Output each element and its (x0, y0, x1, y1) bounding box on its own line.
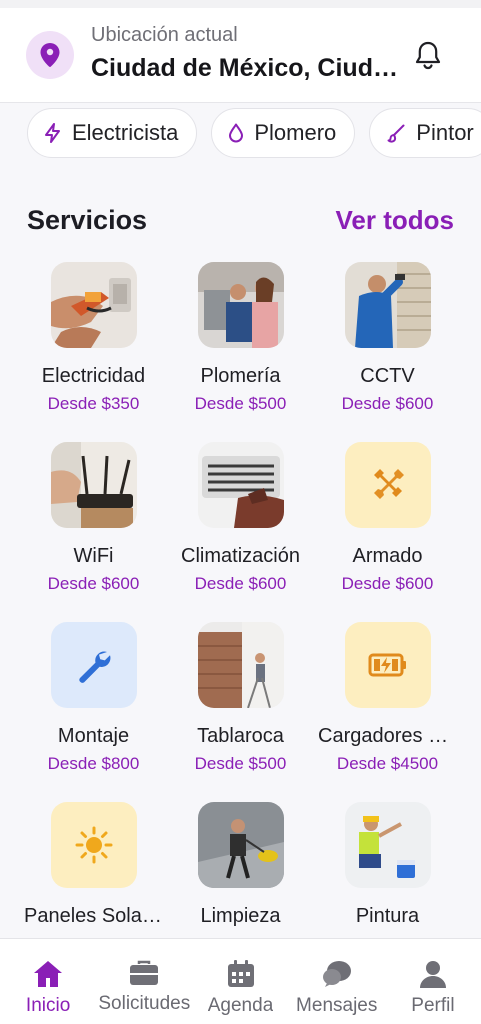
service-name: Pintura (355, 905, 420, 927)
service-card-armado[interactable]: Armado Desde $600 (314, 442, 461, 622)
service-name: Climatización (181, 545, 300, 567)
briefcase-icon (130, 960, 159, 985)
nav-label: Inicio (25, 995, 71, 1016)
nav-label: Agenda (207, 995, 274, 1016)
wrench-tile (50, 622, 137, 708)
see-all-link[interactable]: Ver todos (336, 205, 454, 236)
solar-tile (50, 802, 137, 888)
service-card-tablaroca[interactable]: Tablaroca Desde $500 (167, 622, 314, 802)
pintura-photo (344, 802, 431, 888)
nav-perfil[interactable]: Perfil (385, 939, 481, 1024)
wifi-photo (50, 442, 137, 528)
climatizacion-photo (197, 442, 284, 528)
service-card-montaje[interactable]: Montaje Desde $800 (20, 622, 167, 802)
service-card-cctv[interactable]: CCTV Desde $600 (314, 262, 461, 442)
service-price: Desde $600 (341, 574, 434, 593)
category-chips: Electricista Plomero Pintor (0, 108, 481, 160)
app-root: Ubicación actual Ciudad de México, Ciuda… (0, 0, 481, 1024)
tools-icon (373, 469, 404, 499)
service-name: Armado (352, 545, 423, 567)
nav-agenda[interactable]: Agenda (192, 939, 288, 1024)
nav-label: Mensajes (296, 995, 378, 1016)
service-name: CCTV (360, 365, 415, 387)
location-label: Ubicación actual (91, 24, 238, 46)
service-card-climatizacion[interactable]: Climatización Desde $600 (167, 442, 314, 622)
nav-mensajes[interactable]: Mensajes (289, 939, 385, 1024)
chip-label: Electricista (72, 120, 179, 145)
bolt-icon (45, 123, 60, 143)
cctv-photo (344, 262, 431, 348)
service-price: Desde $600 (194, 574, 287, 593)
service-price: Desde $500 (194, 754, 287, 773)
brush-icon (387, 124, 405, 143)
nav-solicitudes[interactable]: Solicitudes (96, 939, 192, 1024)
chip-label: Plomero (254, 120, 337, 145)
nav-label: Perfil (411, 995, 455, 1016)
service-card-electricidad[interactable]: Electricidad Desde $350 (20, 262, 167, 442)
service-card-plomeria[interactable]: Plomería Desde $500 (167, 262, 314, 442)
service-price: Desde $350 (47, 394, 140, 413)
bell-icon[interactable] (412, 38, 444, 72)
sun-icon (75, 826, 112, 864)
service-price: Desde $500 (194, 394, 287, 413)
service-name: WiFi (73, 545, 114, 567)
chip-label: Pintor (416, 120, 474, 145)
user-icon (419, 961, 446, 988)
chat-icon (322, 961, 351, 987)
electricidad-photo (50, 262, 137, 348)
service-card-cargadores[interactable]: Cargadores eléctricos Desde $4500 (314, 622, 461, 802)
tablaroca-photo (197, 622, 284, 708)
limpieza-photo (197, 802, 284, 888)
services-title: Servicios (27, 205, 148, 235)
charger-tile (344, 622, 431, 708)
chip-plomero[interactable]: Plomero (211, 108, 356, 158)
services-grid: Electricidad Desde $350 Plomería Desde $… (20, 262, 461, 982)
service-name: Plomería (200, 365, 281, 387)
service-name: Limpieza (200, 905, 281, 927)
current-location[interactable]: Ciudad de México, Ciudad de México (91, 54, 403, 83)
service-card-wifi[interactable]: WiFi Desde $600 (20, 442, 167, 622)
service-price: Desde $4500 (336, 754, 439, 773)
battery-charging-icon (368, 653, 406, 677)
location-pin-icon[interactable] (26, 31, 74, 79)
location-header: Ubicación actual Ciudad de México, Ciuda… (0, 8, 481, 103)
droplet-icon (229, 123, 244, 143)
wrench-icon (78, 651, 110, 683)
tools-tile (344, 442, 431, 528)
service-name: Tablaroca (197, 725, 284, 747)
status-bar-strip (0, 0, 481, 8)
nav-label: Solicitudes (98, 993, 191, 1014)
home-icon (34, 961, 63, 987)
calendar-icon (227, 960, 254, 987)
chip-pintor[interactable]: Pintor (369, 108, 481, 158)
service-price: Desde $600 (341, 394, 434, 413)
nav-inicio[interactable]: Inicio (0, 939, 96, 1024)
service-name: Paneles Solares (24, 905, 167, 927)
chip-electricista[interactable]: Electricista (27, 108, 198, 158)
service-price: Desde $600 (47, 574, 140, 593)
bottom-navigation: Inicio Solicitudes Agenda Mensajes Perfi… (0, 938, 481, 1024)
plomeria-photo (197, 262, 284, 348)
service-name: Electricidad (41, 365, 146, 387)
service-price: Desde $800 (47, 754, 140, 773)
service-name: Cargadores eléctricos (318, 725, 461, 747)
service-name: Montaje (57, 725, 130, 747)
